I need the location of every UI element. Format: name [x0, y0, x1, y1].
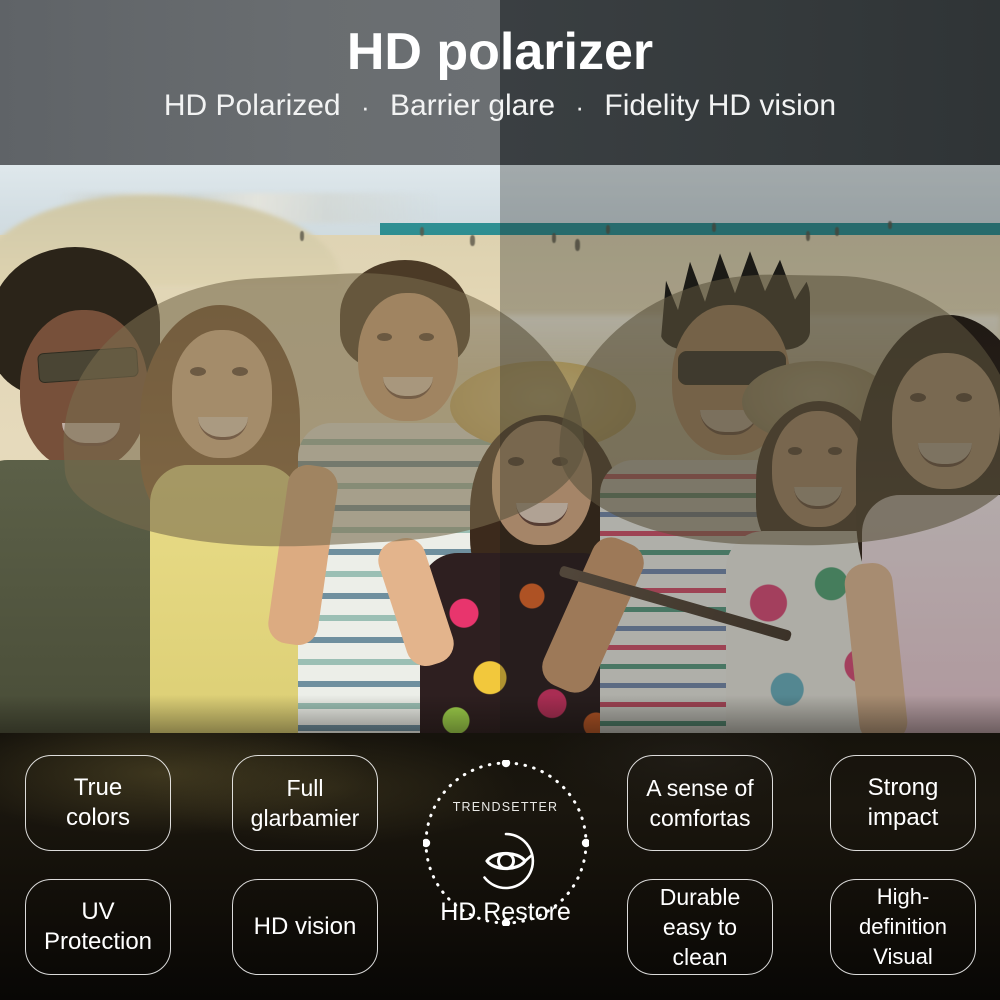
- header-banner: HD polarizer HD Polarized · Barrier glar…: [0, 0, 1000, 165]
- feature-chip-strong-impact[interactable]: Strong impact: [830, 755, 976, 851]
- page-title: HD polarizer: [346, 23, 654, 81]
- subtitle-part-2: Barrier glare: [389, 89, 556, 122]
- badge-brand-label: TRENDSETTER: [452, 800, 559, 814]
- subtitle-separator-2: ·: [575, 92, 585, 123]
- subtitle-separator-1: ·: [360, 92, 370, 123]
- feature-chip-high-definition-visual[interactable]: High-definition Visual: [830, 879, 976, 975]
- feature-chip-uv-protection[interactable]: UV Protection: [25, 879, 171, 975]
- product-poster: HD polarizer HD Polarized · Barrier glar…: [0, 0, 1000, 1000]
- feature-chip-label: UV Protection: [43, 898, 153, 955]
- feature-chip-label: True colors: [65, 774, 131, 831]
- feature-chip-full-glarbamier[interactable]: Full glarbamier: [232, 755, 378, 851]
- subtitle-part-3: Fidelity HD vision: [604, 89, 837, 122]
- feature-chip-label: Full glarbamier: [250, 775, 360, 831]
- feature-chip-label: Strong impact: [867, 774, 939, 831]
- feature-chip-label: A sense of comfortas: [646, 775, 754, 831]
- feature-chip-comfort[interactable]: A sense of comfortas: [627, 755, 773, 851]
- feature-panel: True colors UV Protection Full glarbamier H…: [0, 733, 1000, 1000]
- page-subtitle: HD Polarized · Barrier glare · Fidelity …: [164, 87, 836, 126]
- feature-chip-hd-vision[interactable]: HD vision: [232, 879, 378, 975]
- feature-chip-true-colors[interactable]: True colors: [25, 755, 171, 851]
- eye-icon: [475, 830, 537, 892]
- subtitle-part-1: HD Polarized: [163, 89, 341, 122]
- beach-scene: [0, 165, 1000, 765]
- hero-photo: [0, 165, 1000, 765]
- feature-chip-durable[interactable]: Durable easy to clean: [627, 879, 773, 975]
- feature-chip-label: HD vision: [253, 913, 357, 940]
- feature-chip-label: Durable easy to clean: [659, 884, 741, 970]
- badge-caption: HD Restore: [440, 898, 571, 926]
- feature-chip-label: High-definition Visual: [858, 884, 948, 969]
- trendsetter-badge: TRENDSETTER HD Restore: [418, 758, 593, 948]
